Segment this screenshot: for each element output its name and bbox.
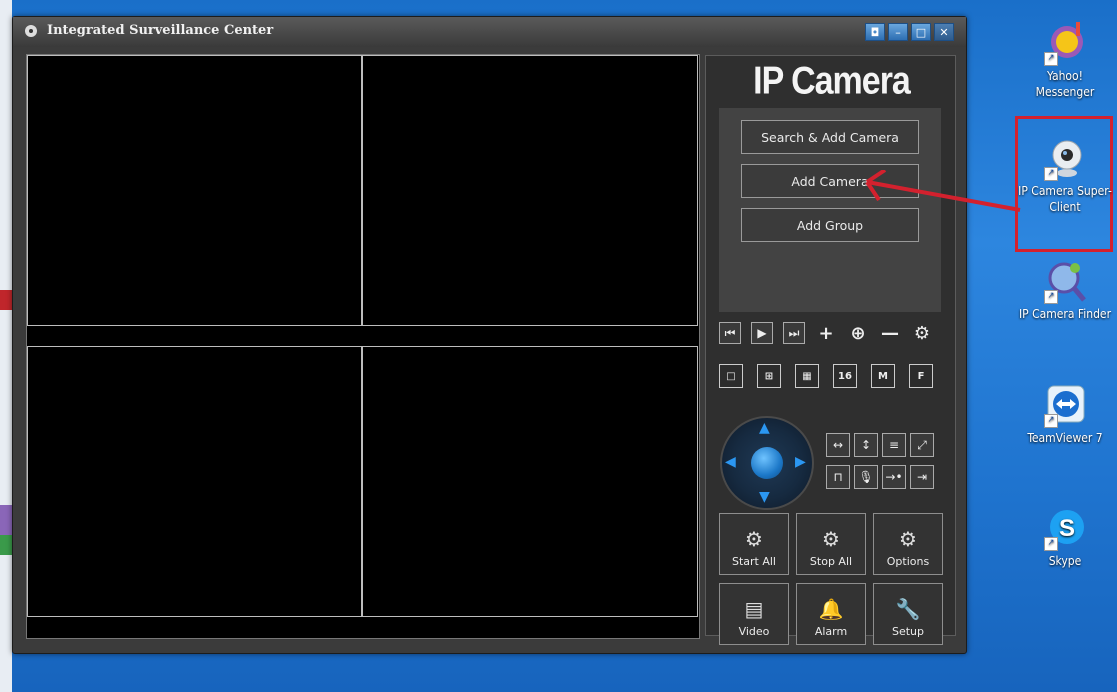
settings-gear-icon[interactable]: ⚙ [911, 322, 933, 344]
alarm-label: Alarm [814, 625, 848, 638]
ptz-left-arrow-icon[interactable]: ◀ [725, 454, 736, 470]
options-label: Options [886, 555, 930, 568]
brightness-icon[interactable]: ≡ [882, 433, 906, 457]
options-icon: ⚙ [899, 527, 917, 551]
horizontal-scan-icon[interactable]: ↔ [826, 433, 850, 457]
video-file-icon: ▤ [744, 597, 764, 621]
vertical-scan-icon[interactable]: ↕ [854, 433, 878, 457]
maximize-button[interactable]: □ [911, 23, 931, 41]
previous-icon[interactable]: ⏮ [719, 322, 741, 344]
search-add-camera-button[interactable]: Search & Add Camera [741, 120, 919, 154]
desktop-icon-label: IP Camera Finder [1018, 307, 1112, 321]
svg-text:S: S [1059, 515, 1075, 542]
ptz-tools-row-2: ⊓ 🎙 →• ⇥ [826, 465, 934, 489]
magnifier-icon: ↗ [1042, 258, 1088, 304]
setup-button[interactable]: 🔧 Setup [873, 583, 943, 645]
ptz-center-icon[interactable] [751, 447, 783, 479]
alarm-button[interactable]: 🔔 Alarm [796, 583, 866, 645]
close-button[interactable]: ✕ [934, 23, 954, 41]
next-icon[interactable]: ⏭ [783, 322, 805, 344]
teamviewer-icon: ↗ [1042, 382, 1088, 428]
video-pane-4[interactable] [362, 346, 698, 617]
setup-label: Setup [891, 625, 925, 638]
ptz-tools-row-1: ↔ ↕ ≡ ⤢ [826, 433, 934, 457]
video-pane-1[interactable] [27, 55, 362, 326]
layout-9-icon[interactable]: ▦ [795, 364, 819, 388]
ptz-down-arrow-icon[interactable]: ▼ [759, 489, 770, 505]
fullscreen-icon[interactable]: F [909, 364, 933, 388]
focus-icon[interactable]: ⊕ [847, 322, 869, 344]
background-green-element [0, 535, 12, 555]
skype-icon: S ↗ [1042, 505, 1088, 551]
start-all-label: Start All [731, 555, 776, 568]
wrench-icon: 🔧 [895, 597, 921, 621]
ptz-right-arrow-icon[interactable]: ▶ [795, 454, 806, 470]
title-bar[interactable]: Integrated Surveillance Center ◘ – □ ✕ [13, 17, 966, 47]
actions-row-2: ▤ Video 🔔 Alarm 🔧 Setup [719, 583, 943, 645]
desktop-icon-ip-camera-super-client[interactable]: ↗ IP Camera Super-Client [1017, 135, 1113, 215]
brand-title: IP Camera [753, 59, 911, 103]
layout-controls: □ ⊞ ▦ 16 M F [719, 364, 933, 388]
window-controls: ◘ – □ ✕ [865, 23, 954, 41]
stop-all-button[interactable]: ⚙ Stop All [796, 513, 866, 575]
layout-1-icon[interactable]: □ [719, 364, 743, 388]
zoom-in-icon[interactable]: + [815, 322, 837, 344]
background-red-element [0, 290, 12, 310]
annotation-arrow [865, 170, 1021, 212]
zoom-out-icon[interactable]: — [879, 322, 901, 344]
background-purple-element [0, 505, 12, 535]
app-icon [25, 25, 37, 37]
window-title: Integrated Surveillance Center [47, 23, 274, 38]
options-button[interactable]: ⚙ Options [873, 513, 943, 575]
restore-button[interactable]: ◘ [865, 23, 885, 41]
layout-4-icon[interactable]: ⊞ [757, 364, 781, 388]
desktop-icon-skype[interactable]: S ↗ Skype [1017, 505, 1113, 569]
preset-set-icon[interactable]: ⇥ [910, 465, 934, 489]
layout-16-icon[interactable]: 16 [833, 364, 857, 388]
desktop-icon-ip-camera-finder[interactable]: ↗ IP Camera Finder [1017, 258, 1113, 322]
webcam-icon: ↗ [1042, 135, 1088, 181]
video-button[interactable]: ▤ Video [719, 583, 789, 645]
desktop-icon-label: Yahoo! Messenger [1035, 69, 1095, 99]
minimize-button[interactable]: – [888, 23, 908, 41]
desktop-icon-teamviewer[interactable]: ↗ TeamViewer 7 [1017, 382, 1113, 446]
speaker-icon[interactable]: ⊓ [826, 465, 850, 489]
video-pane-3[interactable] [27, 346, 362, 617]
desktop-icon-label: TeamViewer 7 [1027, 431, 1103, 445]
ptz-control-pad[interactable]: ▲ ▼ ◀ ▶ [720, 416, 814, 510]
desktop-icon-label: Skype [1048, 554, 1082, 568]
desktop-icon-yahoo-messenger[interactable]: ↗ Yahoo! Messenger [1017, 20, 1113, 100]
microphone-icon[interactable]: 🎙 [854, 465, 878, 489]
ptz-up-arrow-icon[interactable]: ▲ [759, 420, 770, 436]
desktop-icon-label: IP Camera Super-Client [1018, 184, 1112, 214]
layout-m-icon[interactable]: M [871, 364, 895, 388]
actions-row-1: ⚙ Start All ⚙ Stop All ⚙ Options [719, 513, 943, 575]
video-grid [26, 54, 700, 639]
expand-icon[interactable]: ⤢ [910, 433, 934, 457]
playback-controls: ⏮ ▶ ⏭ + ⊕ — ⚙ [719, 322, 933, 344]
bell-icon: 🔔 [818, 597, 844, 621]
stop-all-label: Stop All [809, 555, 853, 568]
background-window-edge [0, 0, 12, 692]
start-all-icon: ⚙ [745, 527, 763, 551]
start-all-button[interactable]: ⚙ Start All [719, 513, 789, 575]
video-label: Video [738, 625, 770, 638]
play-icon[interactable]: ▶ [751, 322, 773, 344]
stop-all-icon: ⚙ [822, 527, 840, 551]
preset-go-icon[interactable]: →• [882, 465, 906, 489]
video-pane-2[interactable] [362, 55, 698, 326]
surveillance-window: Integrated Surveillance Center ◘ – □ ✕ I… [12, 16, 967, 654]
control-panel: IP Camera Search & Add Camera Add Camera… [705, 55, 956, 645]
yahoo-messenger-icon: ↗ [1042, 20, 1088, 66]
